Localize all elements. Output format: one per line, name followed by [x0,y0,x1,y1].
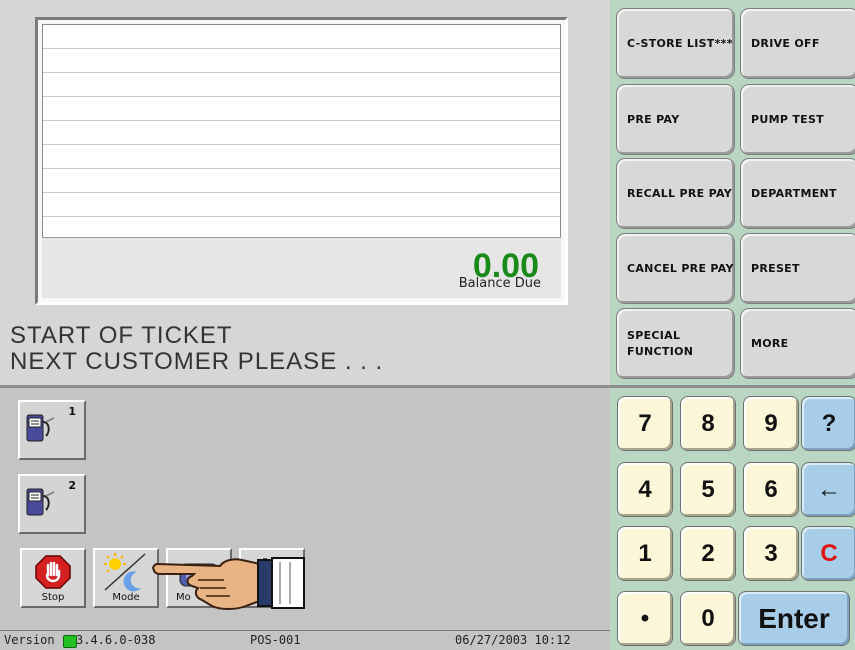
ticket-line [43,96,560,97]
version-prefix: Version [4,633,55,647]
enter-key[interactable]: Enter [738,591,850,646]
more-button[interactable]: MORE [740,308,855,379]
day-night-mode-icon [104,553,146,592]
ticket-items-list[interactable] [42,24,561,239]
status-bar: Version 3.4.6.0-038 POS-001 06/27/2003 1… [0,630,612,650]
decimal-key[interactable]: • [617,591,673,646]
stop-label: Stop [41,592,65,603]
key-9[interactable]: 9 [743,396,799,451]
cancel-pre-pay-button[interactable]: CANCEL PRE PAY [616,233,735,304]
ticket-line [43,216,560,217]
ticket-line [43,144,560,145]
stop-button[interactable]: Stop [20,548,86,608]
key-4[interactable]: 4 [617,462,673,517]
fuel-pump-icon [26,488,55,516]
pre-pay-button[interactable]: PRE PAY [616,84,735,155]
message-line-1: START OF TICKET [10,322,233,349]
pump-2-button[interactable]: 2 [18,474,86,534]
balance-due-label: Balance Due [458,276,541,291]
pump-1-button[interactable]: 1 [18,400,86,460]
pump-number: 1 [68,405,76,418]
ticket-window: 0.00 Balance Due [35,17,568,305]
numeric-keypad: 7 8 9 ? 4 5 6 ← 1 2 3 C • 0 Enter [610,385,855,650]
version-number: 3.4.6.0-038 [76,633,156,647]
message-area: START OF TICKET NEXT CUSTOMER PLEASE . .… [0,318,610,385]
clear-key[interactable]: C [801,526,855,581]
preset-button[interactable]: PRESET [740,233,855,304]
fuel-pump-icon [26,414,55,442]
stop-icon [35,555,71,589]
ticket-line [43,168,560,169]
pointing-hand-cursor-icon [152,557,305,610]
date-time: 06/27/2003 10:12 [455,633,571,647]
pump-test-button[interactable]: PUMP TEST [740,84,855,155]
c-store-list-button[interactable]: C-STORE LIST*** [616,8,735,79]
key-8[interactable]: 8 [680,396,736,451]
key-7[interactable]: 7 [617,396,673,451]
key-3[interactable]: 3 [743,526,799,581]
function-key-panel: C-STORE LIST*** DRIVE OFF PRE PAY PUMP T… [610,0,855,385]
totals-area: 0.00 Balance Due [42,237,561,298]
key-2[interactable]: 2 [680,526,736,581]
help-key[interactable]: ? [801,396,855,451]
pump-number: 2 [68,479,76,492]
special-function-button[interactable]: SPECIAL FUNCTION [616,308,735,379]
message-line-2: NEXT CUSTOMER PLEASE . . . [10,348,384,375]
pump-panel: 1 2 Stop Mode Mo [0,385,610,630]
key-0[interactable]: 0 [680,591,736,646]
ticket-line [43,72,560,73]
department-button[interactable]: DEPARTMENT [740,158,855,229]
terminal-id: POS-001 [250,633,301,647]
backspace-key[interactable]: ← [801,462,855,517]
key-5[interactable]: 5 [680,462,736,517]
ticket-line [43,192,560,193]
drive-off-button[interactable]: DRIVE OFF [740,8,855,79]
key-6[interactable]: 6 [743,462,799,517]
mode-label: Mode [112,592,140,603]
ticket-line [43,120,560,121]
key-1[interactable]: 1 [617,526,673,581]
ticket-line [43,48,560,49]
status-indicator-icon [63,635,77,648]
recall-pre-pay-button[interactable]: RECALL PRE PAY [616,158,735,229]
